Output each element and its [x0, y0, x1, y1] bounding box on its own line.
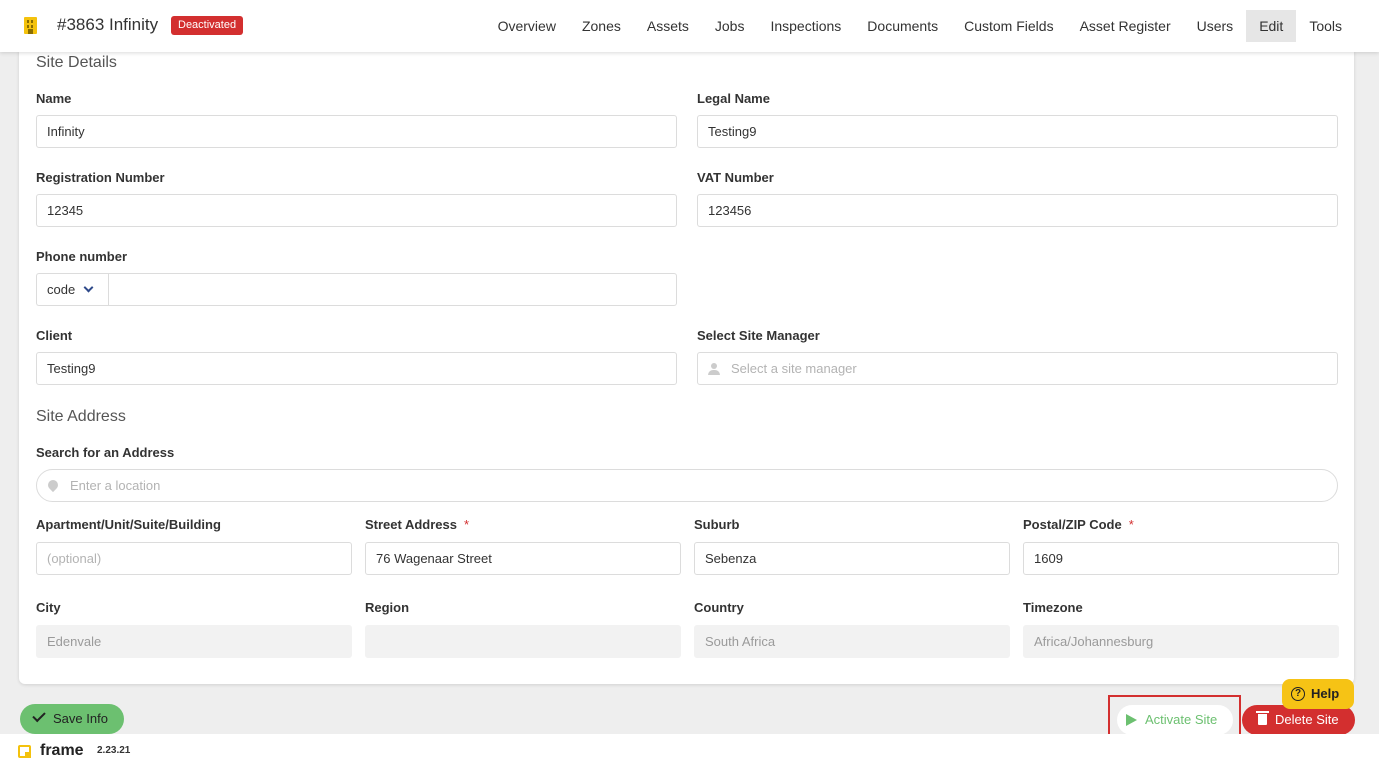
vat-number-label: VAT Number	[697, 170, 774, 185]
site-manager-placeholder: Select a site manager	[731, 361, 857, 376]
phone-number-label: Phone number	[36, 249, 128, 264]
nav-custom-fields[interactable]: Custom Fields	[951, 10, 1066, 42]
check-icon	[32, 708, 46, 723]
footer: frame 2.23.21	[0, 734, 1379, 768]
site-address-title: Site Address	[36, 408, 126, 425]
site-manager-label: Select Site Manager	[697, 328, 820, 343]
nav-tools[interactable]: Tools	[1296, 10, 1355, 42]
suburb-label: Suburb	[694, 517, 740, 532]
postal-code-input[interactable]: 1609	[1023, 542, 1339, 575]
site-manager-select[interactable]: Select a site manager	[697, 352, 1338, 385]
apartment-label: Apartment/Unit/Suite/Building	[36, 517, 221, 532]
chevron-down-icon	[83, 282, 94, 293]
country-label: Country	[694, 600, 744, 615]
city-label: City	[36, 600, 61, 615]
street-address-input[interactable]: 76 Wagenaar Street	[365, 542, 681, 575]
help-button[interactable]: ? Help	[1282, 679, 1354, 709]
delete-site-label: Delete Site	[1275, 712, 1339, 727]
nav-jobs[interactable]: Jobs	[702, 10, 758, 42]
search-address-label: Search for an Address	[36, 445, 175, 460]
nav-assets[interactable]: Assets	[634, 10, 702, 42]
phone-code-value: code	[47, 282, 76, 297]
site-form-card: Site Details Name Infinity Legal Name Te…	[19, 50, 1354, 684]
registration-number-label: Registration Number	[36, 170, 165, 185]
activate-site-button[interactable]: Activate Site	[1117, 705, 1233, 735]
name-input[interactable]: Infinity	[36, 115, 677, 148]
apartment-input[interactable]: (optional)	[36, 542, 352, 575]
nav-inspections[interactable]: Inspections	[757, 10, 854, 42]
delete-site-button[interactable]: Delete Site	[1242, 705, 1355, 735]
street-address-label: Street Address *	[365, 517, 470, 532]
nav-zones[interactable]: Zones	[569, 10, 634, 42]
page-title: #3863 Infinity	[57, 15, 159, 34]
postal-code-label: Postal/ZIP Code *	[1023, 517, 1134, 532]
legal-name-label: Legal Name	[697, 91, 770, 106]
timezone-label: Timezone	[1023, 600, 1083, 615]
main-nav: Overview Zones Assets Jobs Inspections D…	[485, 10, 1355, 42]
nav-documents[interactable]: Documents	[854, 10, 951, 42]
nav-users[interactable]: Users	[1184, 10, 1247, 42]
nav-overview[interactable]: Overview	[485, 10, 569, 42]
nav-edit[interactable]: Edit	[1246, 10, 1297, 42]
name-label: Name	[36, 91, 72, 106]
region-label: Region	[365, 600, 410, 615]
client-input[interactable]: Testing9	[36, 352, 677, 385]
help-icon: ?	[1291, 687, 1305, 701]
registration-number-input[interactable]: 12345	[36, 194, 677, 227]
building-icon	[24, 17, 37, 34]
required-marker: *	[1128, 517, 1134, 532]
timezone-input: Africa/Johannesburg	[1023, 625, 1339, 658]
suburb-input[interactable]: Sebenza	[694, 542, 1010, 575]
client-label: Client	[36, 328, 73, 343]
save-info-button[interactable]: Save Info	[20, 704, 124, 734]
legal-name-input[interactable]: Testing9	[697, 115, 1338, 148]
top-bar: #3863 Infinity Deactivated Overview Zone…	[0, 0, 1379, 52]
activate-site-label: Activate Site	[1145, 712, 1218, 727]
trash-icon	[1256, 711, 1269, 725]
nav-asset-register[interactable]: Asset Register	[1067, 10, 1184, 42]
frame-logo-icon	[18, 745, 31, 758]
save-info-label: Save Info	[53, 711, 108, 726]
region-input	[365, 625, 681, 658]
city-input: Edenvale	[36, 625, 352, 658]
phone-number-input[interactable]	[108, 273, 677, 306]
address-search-input[interactable]: Enter a location	[36, 469, 1338, 502]
help-label: Help	[1311, 686, 1340, 701]
map-pin-icon	[45, 477, 61, 493]
required-marker: *	[464, 517, 470, 532]
country-input: South Africa	[694, 625, 1010, 658]
frame-logo: frame	[40, 742, 84, 759]
site-details-title: Site Details	[36, 54, 117, 71]
user-icon	[708, 363, 720, 375]
address-search-placeholder: Enter a location	[70, 478, 161, 493]
play-icon	[1126, 714, 1137, 726]
status-badge: Deactivated	[171, 16, 244, 35]
vat-number-input[interactable]: 123456	[697, 194, 1338, 227]
phone-code-select[interactable]: code	[36, 273, 109, 306]
app-version: 2.23.21	[97, 745, 131, 756]
